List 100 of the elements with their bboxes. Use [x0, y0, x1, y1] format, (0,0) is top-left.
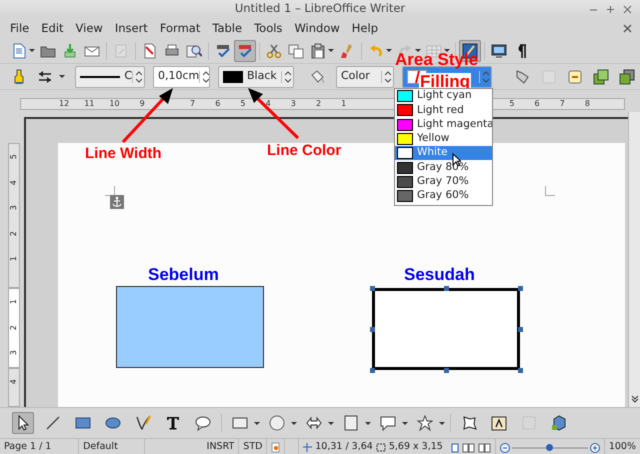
color-option[interactable]: Gray 70% [395, 174, 492, 190]
selection-handle[interactable] [518, 327, 523, 332]
spin-arrows-icon[interactable] [285, 70, 291, 82]
ruler-number: 5 [8, 154, 19, 160]
caret-icon[interactable] [386, 49, 392, 52]
object-size: 5,69 x 3,15 [388, 440, 443, 454]
line-width-field[interactable]: 0,10cm [153, 66, 210, 88]
zoom-slider[interactable] [512, 444, 588, 452]
ruler-number: 3 [8, 205, 19, 210]
scrollbar[interactable] [628, 112, 640, 407]
insert-mode[interactable]: INSRT [206, 440, 234, 454]
spin-arrows-icon[interactable] [385, 70, 391, 82]
anchor-icon[interactable] [110, 195, 124, 209]
close-icon[interactable] [623, 4, 632, 14]
color-name: Light cyan [417, 89, 472, 104]
zoom-out-icon[interactable] [500, 442, 510, 452]
document-modified-icon [271, 442, 280, 453]
caret-icon[interactable] [444, 49, 450, 52]
color-option[interactable]: Light red [395, 103, 492, 118]
caret-icon[interactable] [59, 75, 65, 78]
menu-item[interactable]: Format [154, 18, 206, 38]
ruler-number: 12 [58, 98, 70, 110]
menu-item[interactable]: Tools [248, 18, 288, 38]
color-name: Light red [417, 102, 464, 118]
color-option[interactable]: White [395, 146, 492, 160]
caret-icon[interactable] [415, 49, 421, 52]
menu-item[interactable]: View [70, 18, 109, 38]
shape-label: Sebelum [148, 264, 219, 286]
line-sample [80, 74, 120, 80]
rectangle-shape[interactable] [116, 286, 264, 368]
line-color-combo[interactable]: Black [218, 66, 294, 88]
caret-icon[interactable] [254, 422, 260, 424]
annotation-label: Filling [419, 72, 472, 90]
zoom-in-icon[interactable] [590, 442, 600, 452]
caret-icon[interactable] [402, 422, 408, 424]
color-option[interactable]: Gray 60% [395, 189, 492, 204]
ruler-number: 11 [83, 98, 96, 110]
spin-arrows-icon[interactable] [136, 70, 142, 82]
ruler-number: 4 [264, 98, 272, 110]
selection-handle[interactable] [444, 368, 449, 373]
page-count: Page 1 / 1 [4, 440, 52, 454]
menu-item[interactable]: Insert [108, 18, 154, 38]
ruler-number: 8 [584, 98, 591, 110]
caret-icon[interactable] [365, 422, 371, 424]
auto-spellcheck-icon[interactable] [234, 40, 256, 62]
color-name: White [417, 145, 448, 160]
position-icon [303, 443, 312, 452]
ruler-number: 7 [189, 98, 196, 110]
text-boundary-mark [545, 186, 555, 196]
annotation-label: Line Width [85, 146, 162, 161]
text-boundary-mark [105, 186, 115, 196]
menu-item[interactable]: Help [346, 18, 384, 38]
color-option[interactable]: Light cyan [395, 89, 492, 104]
shape-label: Sesudah [404, 264, 475, 286]
line-style-combo[interactable]: C [75, 66, 145, 88]
selection-handle[interactable] [518, 286, 523, 291]
ruler-number: 3 [8, 350, 19, 356]
window-title: Untitled 1 – LibreOffice Writer [234, 0, 406, 18]
ruler-number: 5 [239, 98, 246, 110]
ruler-number: 1 [8, 256, 19, 262]
caret-icon[interactable] [439, 422, 445, 424]
annotation-arrow [122, 88, 173, 144]
selection-handle[interactable] [370, 286, 375, 291]
ruler-number: 10 [108, 98, 121, 110]
caret-icon[interactable] [328, 422, 334, 424]
area-style-combo[interactable]: Color [336, 66, 394, 88]
ruler-number: 5 [508, 98, 516, 110]
color-name: Yellow [417, 131, 450, 146]
selection-handle[interactable] [370, 327, 375, 332]
book-view-icon[interactable] [478, 442, 491, 452]
ruler-number: 7 [558, 98, 566, 110]
color-option[interactable]: Yellow [395, 132, 492, 146]
selection-mode[interactable]: STD [243, 440, 262, 454]
size-icon [376, 443, 386, 452]
color-name: Gray 70% [417, 174, 469, 190]
caret-icon[interactable] [29, 49, 35, 52]
spin-arrows-icon[interactable] [203, 70, 210, 82]
ruler-number: 4 [8, 379, 19, 384]
menu-item[interactable]: File [4, 18, 36, 38]
selection-handle[interactable] [518, 368, 523, 373]
scroll-down-icon[interactable] [630, 395, 638, 403]
ruler-number: 6 [534, 98, 541, 110]
zoom-percentage[interactable]: 100% [608, 440, 636, 454]
selection-handle[interactable] [444, 286, 449, 291]
menu-item[interactable]: Edit [35, 18, 70, 38]
caret-icon[interactable] [328, 49, 334, 52]
rectangle-shape[interactable] [372, 288, 520, 370]
select-icon[interactable] [12, 412, 34, 434]
selection-handle[interactable] [370, 368, 375, 373]
menu-item[interactable]: Window [288, 18, 346, 38]
menu-item[interactable]: Table [206, 18, 248, 38]
two-page-icon[interactable] [462, 442, 475, 452]
annotation-arrow [248, 88, 300, 140]
caret-icon[interactable] [291, 422, 297, 424]
color-name: Gray 60% [417, 188, 469, 204]
close-document-icon[interactable] [623, 24, 632, 32]
single-page-icon[interactable] [450, 442, 459, 452]
zoom-slider-thumb[interactable] [546, 444, 554, 451]
maximize-icon[interactable] [606, 4, 615, 14]
annotation-label: Line Color [267, 143, 342, 158]
